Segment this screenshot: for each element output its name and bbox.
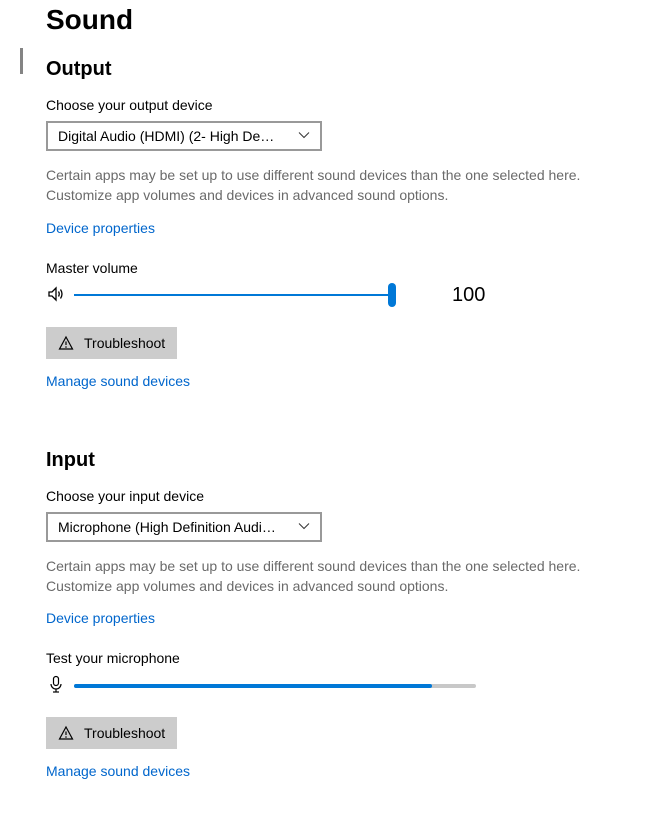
master-volume-slider[interactable] bbox=[74, 284, 392, 306]
output-device-dropdown[interactable]: Digital Audio (HDMI) (2- High Defini... bbox=[46, 121, 322, 151]
output-troubleshoot-button[interactable]: Troubleshoot bbox=[46, 327, 177, 359]
page-title: Sound bbox=[46, 4, 638, 36]
master-volume-value: 100 bbox=[452, 284, 492, 307]
slider-fill bbox=[74, 294, 392, 296]
nav-indicator bbox=[20, 48, 23, 74]
microphone-icon bbox=[46, 674, 66, 697]
test-mic-label: Test your microphone bbox=[46, 650, 638, 666]
input-device-selected: Microphone (High Definition Audio... bbox=[58, 519, 278, 535]
output-device-selected: Digital Audio (HDMI) (2- High Defini... bbox=[58, 128, 278, 144]
input-helper-text: Certain apps may be set up to use differ… bbox=[46, 556, 606, 597]
warning-icon bbox=[58, 335, 74, 351]
input-troubleshoot-label: Troubleshoot bbox=[84, 725, 165, 741]
output-manage-devices-link[interactable]: Manage sound devices bbox=[46, 373, 190, 389]
input-manage-devices-link[interactable]: Manage sound devices bbox=[46, 763, 190, 779]
output-troubleshoot-label: Troubleshoot bbox=[84, 335, 165, 351]
slider-thumb[interactable] bbox=[388, 283, 396, 307]
output-heading: Output bbox=[46, 58, 638, 81]
input-device-properties-link[interactable]: Device properties bbox=[46, 610, 155, 626]
content-area: Sound Output Choose your output device D… bbox=[46, 0, 638, 779]
speaker-icon[interactable] bbox=[46, 284, 66, 307]
input-troubleshoot-button[interactable]: Troubleshoot bbox=[46, 717, 177, 749]
warning-icon bbox=[58, 725, 74, 741]
chevron-down-icon bbox=[298, 128, 310, 144]
output-choose-label: Choose your output device bbox=[46, 97, 638, 113]
input-heading: Input bbox=[46, 449, 638, 472]
input-choose-label: Choose your input device bbox=[46, 488, 638, 504]
input-device-dropdown[interactable]: Microphone (High Definition Audio... bbox=[46, 512, 322, 542]
output-helper-text: Certain apps may be set up to use differ… bbox=[46, 165, 606, 206]
chevron-down-icon bbox=[298, 519, 310, 535]
mic-level-bar bbox=[74, 684, 476, 688]
mic-level-fill bbox=[74, 684, 432, 688]
master-volume-label: Master volume bbox=[46, 260, 638, 276]
output-device-properties-link[interactable]: Device properties bbox=[46, 220, 155, 236]
